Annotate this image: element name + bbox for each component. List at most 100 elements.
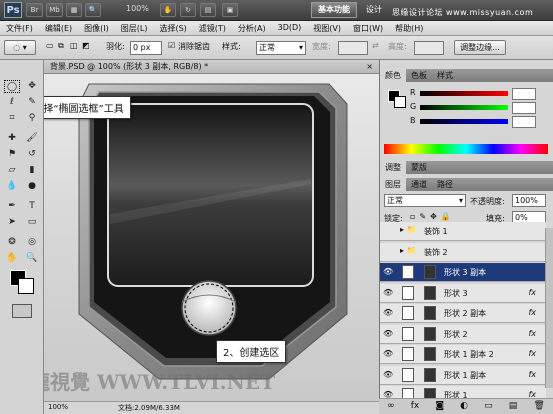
color-panel-background[interactable]	[394, 96, 406, 108]
eye-icon[interactable]: 👁	[383, 329, 393, 339]
eye-icon[interactable]: 👁	[383, 370, 393, 380]
document-canvas[interactable]: 1、选择“椭圆选框”工具 2、创建选区 騰龍視覺 WWW.TLVI.NET	[44, 74, 379, 401]
background-color-swatch[interactable]	[18, 278, 34, 294]
dodge-tool-icon[interactable]: ●	[24, 180, 40, 193]
menu-view[interactable]: 视图(V)	[307, 21, 347, 35]
trash-icon[interactable]: 🗑	[533, 399, 544, 414]
brush-tool-icon[interactable]: 🖌	[24, 132, 40, 145]
layer-effects-icon[interactable]: fx	[528, 349, 536, 358]
eye-icon[interactable]	[383, 226, 393, 236]
layer-row[interactable]: ▸ 📁 装饰 1	[380, 222, 546, 241]
layer-row[interactable]: 👁 形状 3 fx	[380, 283, 546, 303]
rotate-view-button[interactable]: ↻	[180, 3, 196, 17]
screen-mode-button[interactable]: ▣	[222, 3, 238, 17]
gradient-tool-icon[interactable]: ▮	[24, 164, 40, 177]
layer-row[interactable]: ▸ 📁 装饰 2	[380, 242, 546, 262]
tab-layers[interactable]: 图层	[380, 178, 406, 191]
workspace-essentials-button[interactable]: 基本功能	[311, 2, 357, 18]
close-icon[interactable]: ×	[366, 60, 373, 73]
tab-swatches[interactable]: 色板	[406, 69, 432, 82]
layer-row[interactable]: 👁 形状 1 副本 fx	[380, 365, 546, 385]
menu-analysis[interactable]: 分析(A)	[232, 21, 272, 35]
lasso-tool-icon[interactable]: ℓ	[4, 96, 20, 109]
add-mask-icon[interactable]: ◙	[435, 399, 444, 414]
layer-style-icon[interactable]: fx	[411, 399, 420, 414]
menu-3d[interactable]: 3D(D)	[272, 21, 308, 35]
zoom-tool-icon[interactable]: 🔍	[24, 252, 40, 265]
color-spectrum-bar[interactable]	[384, 144, 548, 154]
bridge-button[interactable]: Br	[26, 3, 43, 17]
menu-window[interactable]: 窗口(W)	[347, 21, 389, 35]
lock-icons[interactable]: ▫✎✥🔒	[410, 212, 455, 221]
menu-filter[interactable]: 滤镜(T)	[193, 21, 232, 35]
layer-effects-icon[interactable]: fx	[528, 329, 536, 338]
type-tool-icon[interactable]: T	[24, 200, 40, 213]
channel-r-slider[interactable]	[420, 91, 508, 96]
view-extras-button[interactable]: ▦	[66, 3, 82, 17]
zoom-level[interactable]: 100%	[126, 4, 149, 13]
eyedropper-tool-icon[interactable]: ⚲	[24, 112, 40, 125]
healing-brush-tool-icon[interactable]: ✚	[4, 132, 20, 145]
layer-row[interactable]: 👁 形状 1 副本 2 fx	[380, 345, 546, 364]
menu-file[interactable]: 文件(F)	[0, 21, 39, 35]
channel-g-slider[interactable]	[420, 105, 508, 110]
refine-edge-button[interactable]: 调整边缘...	[454, 40, 506, 55]
crop-tool-icon[interactable]: ⌗	[4, 112, 20, 125]
pen-tool-icon[interactable]: ✒	[4, 200, 20, 213]
document-tab[interactable]: 背景.PSD @ 100% (形状 3 副本, RGB/8) * ×	[44, 60, 379, 74]
eye-icon[interactable]: 👁	[383, 349, 393, 359]
channel-b-value[interactable]	[512, 116, 536, 128]
mini-bridge-button[interactable]: Mb	[46, 3, 63, 17]
width-input[interactable]	[338, 41, 368, 55]
new-selection-icon[interactable]: ▭	[46, 41, 54, 50]
folder-icon[interactable]: ▸ 📁	[400, 246, 417, 255]
hand-tool-icon[interactable]: ✋	[4, 252, 20, 265]
quick-select-tool-icon[interactable]: ✎	[24, 96, 40, 109]
folder-icon[interactable]: ▸ 📁	[400, 225, 417, 234]
eraser-tool-icon[interactable]: ▱	[4, 164, 20, 177]
arrange-documents-button[interactable]: ▤	[200, 3, 216, 17]
layer-row[interactable]: 👁 形状 3 副本	[380, 263, 546, 282]
blur-tool-icon[interactable]: 💧	[4, 180, 20, 193]
tab-channels[interactable]: 通道	[406, 178, 432, 191]
tab-styles[interactable]: 样式	[432, 69, 458, 82]
tab-adjustments[interactable]: 调整	[380, 161, 406, 174]
3d-rotate-tool-icon[interactable]: ❂	[4, 236, 20, 249]
height-input[interactable]	[414, 41, 444, 55]
intersect-selection-icon[interactable]: ◩	[82, 41, 90, 50]
layer-row[interactable]: 👁 形状 2 fx	[380, 324, 546, 344]
tab-masks[interactable]: 蒙版	[406, 161, 432, 174]
layer-effects-icon[interactable]: fx	[528, 288, 536, 297]
antialias-checkbox[interactable]: ☑	[168, 41, 175, 50]
style-select[interactable]: 正常 ▾	[256, 41, 306, 55]
swap-icon[interactable]: ⇄	[372, 41, 379, 50]
layer-row[interactable]: 👁 形状 2 副本 fx	[380, 304, 546, 323]
elliptical-marquee-tool-icon[interactable]: ◯	[4, 80, 20, 93]
zoom-tool-button[interactable]: 🔍	[85, 3, 101, 17]
new-group-icon[interactable]: ▭	[484, 399, 493, 414]
layer-effects-icon[interactable]: fx	[528, 370, 536, 379]
layer-effects-icon[interactable]: fx	[528, 308, 536, 317]
eye-icon[interactable]: 👁	[383, 308, 393, 318]
tab-color[interactable]: 颜色	[380, 69, 406, 82]
eye-icon[interactable]	[383, 247, 393, 257]
eye-icon[interactable]: 👁	[383, 267, 393, 277]
new-layer-icon[interactable]: ▤	[509, 399, 518, 414]
tool-preset-picker[interactable]: ◌ ▾	[4, 40, 36, 55]
path-select-tool-icon[interactable]: ➤	[4, 216, 20, 229]
channel-r-value[interactable]	[512, 88, 536, 100]
3d-camera-tool-icon[interactable]: ◎	[24, 236, 40, 249]
menu-help[interactable]: 帮助(H)	[389, 21, 429, 35]
channel-b-slider[interactable]	[420, 119, 508, 124]
blend-mode-select[interactable]: 正常 ▾	[384, 194, 466, 207]
clone-stamp-tool-icon[interactable]: ⚑	[4, 148, 20, 161]
quick-mask-icon[interactable]	[12, 304, 32, 318]
link-layers-icon[interactable]: ∞	[387, 399, 395, 414]
channel-g-value[interactable]	[512, 102, 536, 114]
workspace-design-button[interactable]: 设计	[366, 4, 382, 15]
layers-scrollbar[interactable]	[545, 228, 553, 388]
menu-select[interactable]: 选择(S)	[153, 21, 192, 35]
move-tool-icon[interactable]: ✥	[24, 80, 40, 93]
eye-icon[interactable]: 👁	[383, 288, 393, 298]
menu-image[interactable]: 图像(I)	[78, 21, 115, 35]
